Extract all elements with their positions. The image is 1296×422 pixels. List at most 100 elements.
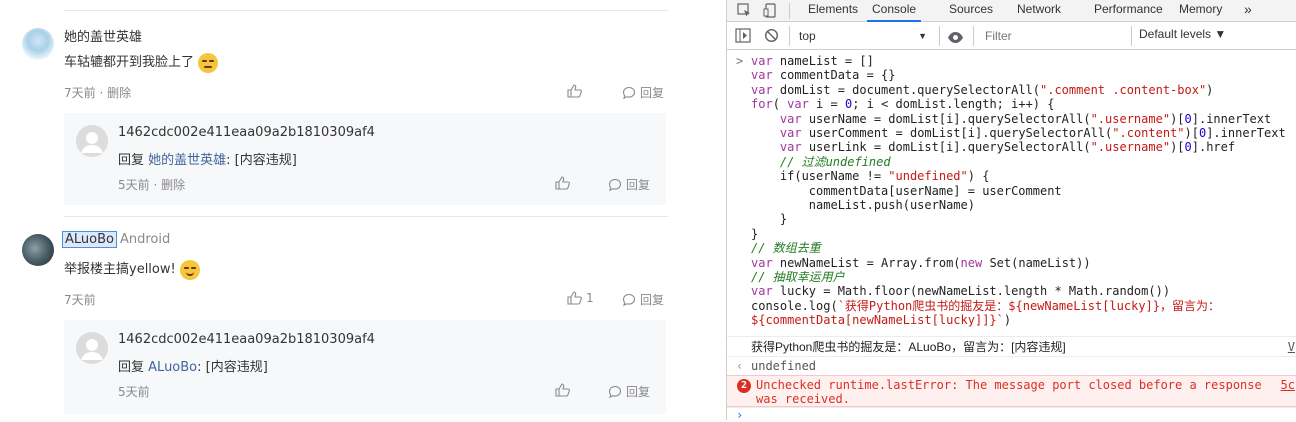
result-row: ‹ undefined	[727, 356, 1296, 375]
context-select[interactable]: top ▼	[793, 25, 933, 47]
tab-elements[interactable]: Elements	[808, 0, 858, 22]
divider	[789, 3, 790, 19]
code-line: commentData[userName] = userComment	[751, 183, 1062, 198]
reply-label: 回复	[626, 385, 651, 399]
prompt-chevron-icon: >	[736, 54, 744, 68]
code-line: }	[751, 212, 788, 227]
error-source-link[interactable]: 5c	[1281, 378, 1295, 392]
tab-console[interactable]: Console	[867, 0, 922, 22]
sidebar-toggle-icon[interactable]	[735, 28, 751, 47]
comment-time: 7天前	[64, 86, 96, 100]
comment-text: 举报楼主搞yellow!	[64, 262, 176, 277]
code-line: // 数组去重	[751, 241, 821, 256]
code-line: nameList.push(userName)	[751, 198, 975, 212]
comment-content: 车轱辘都开到我脸上了	[64, 51, 219, 73]
divider	[789, 26, 790, 46]
like-count: 1	[586, 291, 594, 305]
reply-meta: 5天前	[118, 383, 150, 400]
code-line: console.log(`获得Python爬虫书的掘友是：${newNameLi…	[751, 298, 1220, 313]
like-button[interactable]	[555, 383, 570, 397]
device-label: Android	[119, 232, 171, 247]
comment-bubble-icon	[622, 86, 636, 99]
eye-icon[interactable]	[947, 29, 964, 48]
filter-input[interactable]	[979, 26, 1129, 46]
default-avatar-icon[interactable]	[76, 332, 108, 364]
code-line: var domList = document.querySelectorAll(…	[751, 82, 1214, 97]
reply-label: 回复	[640, 86, 665, 100]
thumbs-up-icon	[555, 383, 570, 397]
console-toolbar: top ▼ Default levels ▼	[727, 22, 1296, 50]
comment-username[interactable]: 她的盖世英雄	[64, 26, 142, 45]
comment-author: ALuoBo Android	[62, 231, 170, 248]
divider	[939, 26, 940, 46]
like-button[interactable]	[555, 176, 570, 190]
reply-button[interactable]: 回复	[608, 176, 650, 193]
code-line: var lucky = Math.floor(newNameList.lengt…	[751, 284, 1171, 299]
log-row: 获得Python爬虫书的掘友是：ALuoBo，留言为：[内容违规] V	[727, 336, 1296, 356]
reply-target-link[interactable]: 她的盖世英雄	[148, 153, 226, 168]
divider	[1131, 26, 1132, 46]
delete-link[interactable]: 删除	[161, 178, 185, 192]
code-line: var newNameList = Array.from(new Set(nam…	[751, 255, 1091, 270]
avatar[interactable]	[22, 234, 54, 266]
devtools-panel: Elements Console Sources Network Perform…	[726, 0, 1296, 422]
context-value: top	[799, 29, 816, 43]
clear-console-icon[interactable]	[764, 28, 779, 47]
device-toolbar-icon[interactable]	[763, 3, 778, 22]
reply-target-link[interactable]: ALuoBo	[148, 360, 197, 375]
comment-time: 7天前	[64, 293, 96, 307]
code-line: var userComment = domList[i].querySelect…	[779, 126, 1286, 140]
like-button[interactable]: 1	[567, 291, 594, 305]
log-source-link[interactable]: V	[1288, 340, 1295, 354]
avatar[interactable]	[22, 28, 54, 60]
meta-dot: ·	[99, 86, 104, 100]
reply-content: 回复 她的盖世英雄: [内容违规]	[118, 149, 297, 168]
input-row[interactable]: ›	[727, 407, 1296, 422]
code-line: for( var i = 0; i < domList.length; i++)…	[751, 97, 1055, 112]
delete-link[interactable]: 删除	[107, 86, 131, 100]
chevron-down-icon: ▼	[918, 31, 927, 41]
reply-username[interactable]: 1462cdc002e411eaa09a2b1810309af4	[118, 125, 375, 140]
tab-sources[interactable]: Sources	[949, 0, 993, 22]
reply-box: 1462cdc002e411eaa09a2b1810309af4 回复 她的盖世…	[64, 113, 666, 205]
code-line: ${commentData[newNameList[lucky]]}`)	[751, 313, 1012, 328]
code-line: if(userName != "undefined") {	[751, 169, 990, 184]
like-button[interactable]	[567, 84, 582, 98]
reply-button[interactable]: 回复	[608, 383, 650, 400]
error-row: 2 Unchecked runtime.lastError: The messa…	[727, 375, 1296, 407]
comment-meta: 7天前	[64, 291, 96, 308]
tab-memory[interactable]: Memory	[1179, 0, 1222, 22]
comment-username[interactable]: ALuoBo	[62, 231, 117, 248]
console-output: > var nameList = [] var commentData = {} v…	[727, 51, 1296, 422]
reply-prefix: 回复	[118, 153, 145, 168]
comment-text: 车轱辘都开到我脸上了	[64, 55, 195, 70]
tab-network[interactable]: Network	[1017, 0, 1061, 22]
tab-performance[interactable]: Performance	[1094, 0, 1163, 22]
thumbs-up-icon	[567, 84, 582, 98]
reply-text: : [内容违规]	[226, 153, 297, 168]
more-tabs-button[interactable]: »	[1244, 0, 1252, 22]
error-count-badge: 2	[737, 379, 751, 393]
comment-bubble-icon	[608, 178, 622, 191]
code-line: var nameList = []	[751, 54, 874, 68]
code-line: var commentData = {}	[751, 68, 896, 83]
reply-username[interactable]: 1462cdc002e411eaa09a2b1810309af4	[118, 332, 375, 347]
reply-time: 5天前	[118, 385, 150, 399]
reply-label: 回复	[640, 293, 665, 307]
inspect-element-icon[interactable]	[737, 3, 752, 22]
result-arrow-icon: ‹	[736, 359, 744, 373]
log-levels-select[interactable]: Default levels ▼	[1139, 27, 1226, 41]
reply-button[interactable]: 回复	[622, 84, 664, 101]
code-line: var userLink = domList[i].querySelectorA…	[779, 140, 1236, 155]
smiling-emoji-icon	[179, 259, 200, 280]
reply-time: 5天前	[118, 178, 150, 192]
unamused-emoji-icon	[198, 52, 219, 73]
reply-box: 1462cdc002e411eaa09a2b1810309af4 回复 ALuo…	[64, 320, 666, 414]
reply-meta: 5天前 · 删除	[118, 176, 185, 193]
default-avatar-icon[interactable]	[76, 125, 108, 157]
thumbs-up-icon	[567, 291, 582, 305]
comment-meta: 7天前 · 删除	[64, 84, 131, 101]
reply-button[interactable]: 回复	[622, 291, 664, 308]
result-value: undefined	[751, 359, 817, 373]
comment-bubble-icon	[608, 385, 622, 398]
